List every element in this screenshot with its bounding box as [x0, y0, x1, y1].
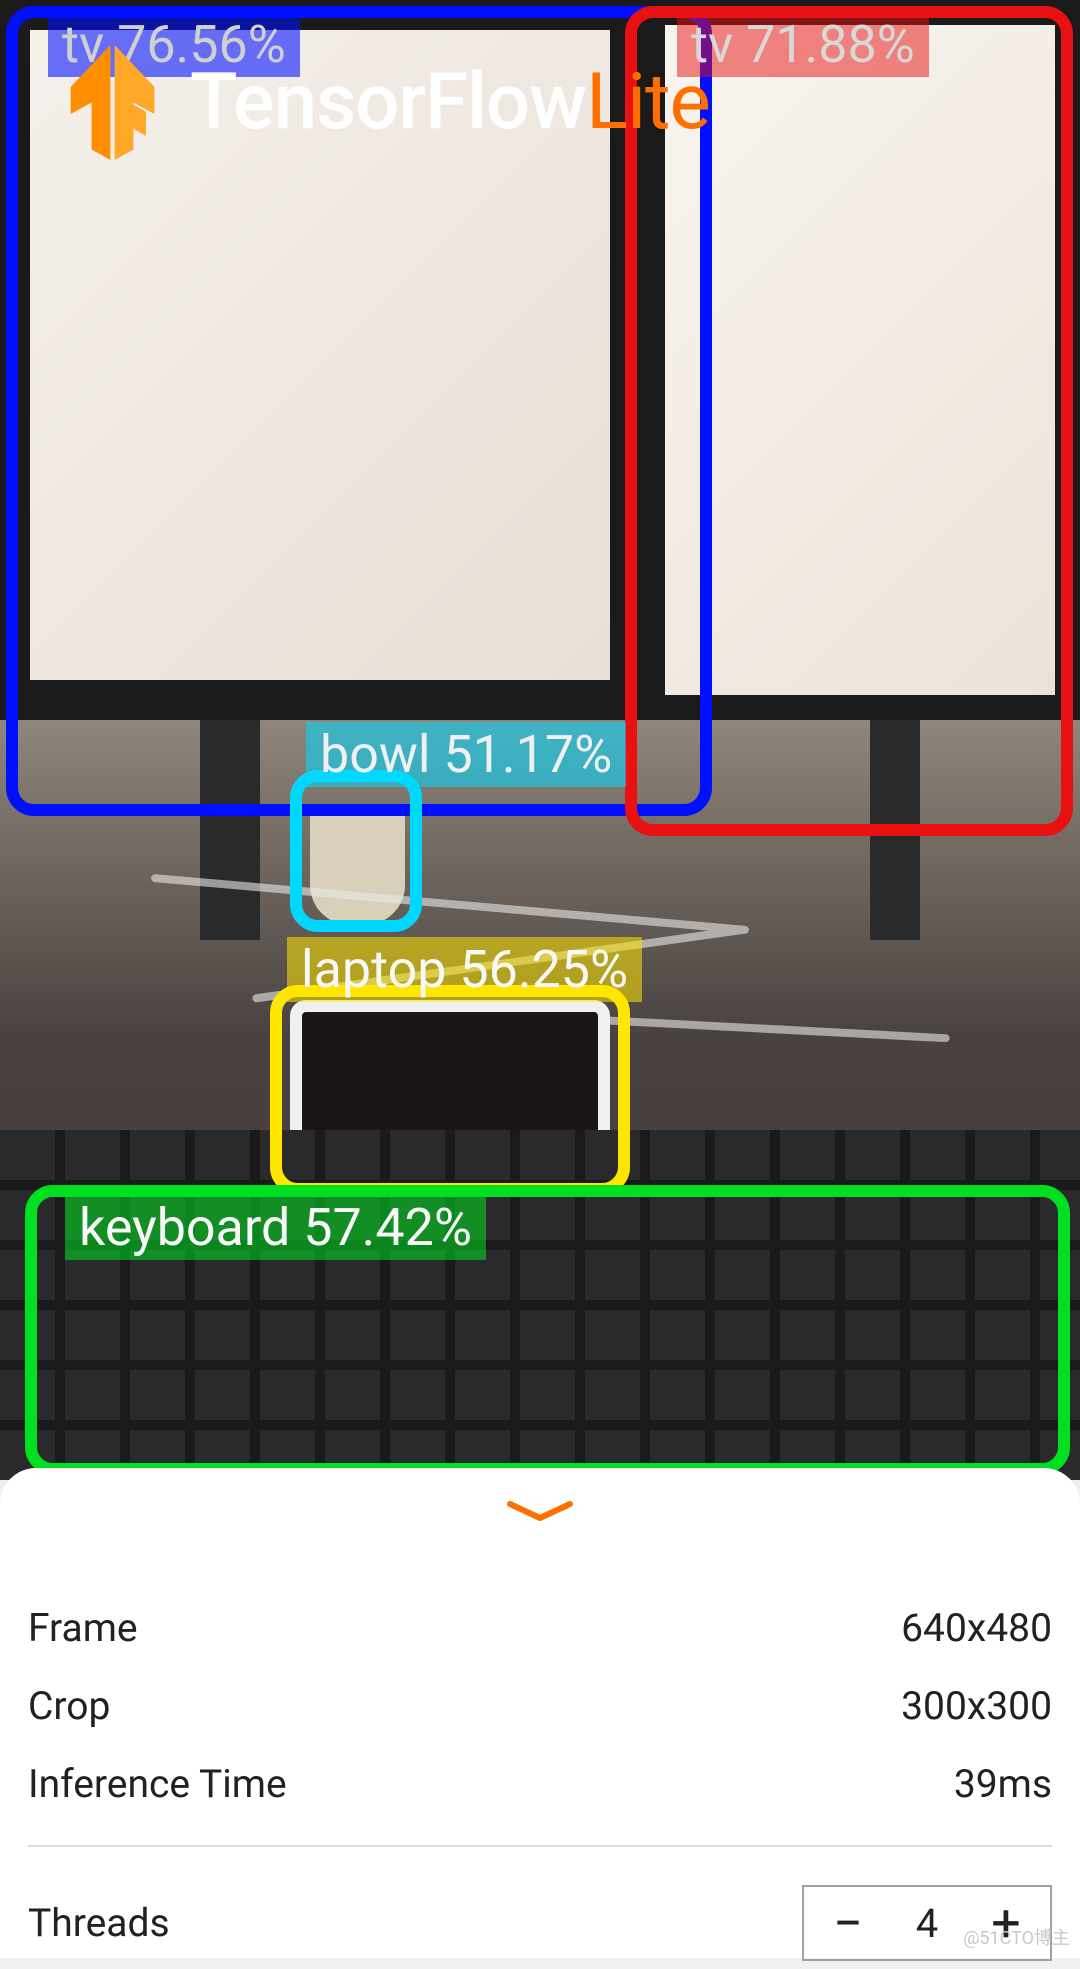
inference-value: 39ms: [954, 1761, 1052, 1807]
detection-box-laptop: laptop 56.25%: [270, 985, 630, 1195]
sheet-drag-handle[interactable]: [28, 1492, 1052, 1589]
threads-value: 4: [892, 1900, 962, 1947]
detection-box-keyboard: keyboard 57.42%: [25, 1185, 1070, 1475]
detection-label-tv1: tv 76.56%: [48, 12, 300, 77]
threads-label: Threads: [28, 1900, 170, 1946]
detection-label-keyboard: keyboard 57.42%: [65, 1195, 486, 1260]
watermark: @51CTO博主: [963, 1924, 1070, 1950]
detection-label-tv2: tv 71.88%: [677, 12, 929, 77]
detection-box-tv2: tv 71.88%: [625, 6, 1073, 836]
crop-label: Crop: [28, 1683, 110, 1729]
divider: [28, 1845, 1052, 1847]
chevron-down-icon: [504, 1500, 576, 1524]
stats-bottom-sheet[interactable]: Frame 640x480 Crop 300x300 Inference Tim…: [0, 1468, 1080, 1958]
frame-label: Frame: [28, 1605, 138, 1651]
threads-minus-button[interactable]: −: [804, 1887, 892, 1959]
threads-row: Threads − 4 +: [28, 1877, 1052, 1969]
stat-row-crop: Crop 300x300: [28, 1667, 1052, 1745]
stat-row-inference: Inference Time 39ms: [28, 1745, 1052, 1823]
stat-row-frame: Frame 640x480: [28, 1589, 1052, 1667]
detection-box-bowl: bowl 51.17%: [290, 770, 422, 932]
detection-label-laptop: laptop 56.25%: [287, 937, 642, 1002]
detection-box-tv1: tv 76.56%: [6, 6, 712, 816]
inference-label: Inference Time: [28, 1761, 287, 1807]
detection-label-bowl: bowl 51.17%: [306, 722, 626, 787]
frame-value: 640x480: [901, 1605, 1052, 1651]
camera-preview[interactable]: TensorFlow Lite tv 76.56% tv 71.88% bowl…: [0, 0, 1080, 1480]
crop-value: 300x300: [901, 1683, 1052, 1729]
